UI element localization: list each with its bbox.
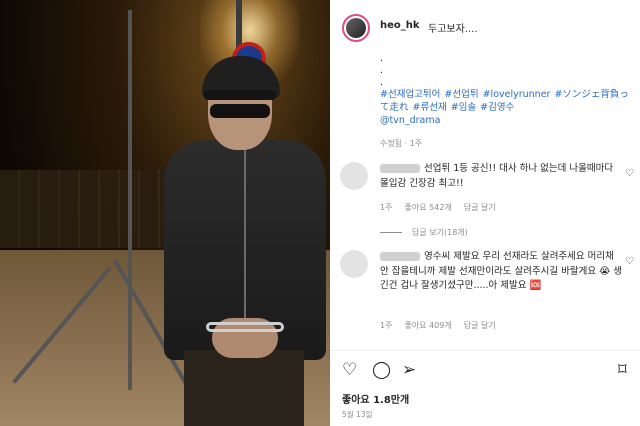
caption-first-line: 두고보자.... — [428, 24, 478, 35]
hashtag[interactable]: #김영수 — [480, 102, 514, 113]
comment-icon[interactable]: ◯ — [372, 360, 391, 380]
like-count[interactable]: 좋아요 1.8만개 — [342, 391, 409, 406]
handcuffed-man — [160, 50, 330, 426]
post-date: 5월 13일 — [342, 410, 373, 419]
comment-body: 선업튀 1등 공신!! 대사 하나 없는데 나올때마다 몰입감 긴장감 최고!! — [380, 162, 622, 191]
cap-brim — [204, 90, 276, 100]
author-avatar[interactable] — [342, 14, 370, 42]
author-username[interactable]: heo_hk — [380, 20, 420, 31]
comment-likes[interactable]: 좋아요 542개 — [404, 203, 451, 212]
background-fence — [0, 170, 180, 248]
comment-body: 영수씨 제발요 우리 선재라도 살려주세요 머리채 안 잡을테니까 제발 선재만… — [380, 250, 622, 294]
comment-meta: 1주 좋아요 542개 답글 달기 — [380, 202, 508, 213]
commenter-avatar[interactable] — [340, 250, 368, 278]
reply-button[interactable]: 답글 달기 — [464, 203, 496, 212]
action-bar: ♡ ◯ ➢ ⌑ — [342, 360, 632, 382]
post-panel: heo_hk 두고보자.... . . . #선재업고튀어 #선업튀 #lovely… — [330, 0, 640, 426]
hashtag[interactable]: #류선재 — [413, 102, 447, 113]
divider — [330, 350, 640, 351]
hashtag-list: #선재업고튀어 #선업튀 #lovelyrunner #ソンジェ背負って走れ #류선재 #… — [380, 88, 630, 114]
comment: 영수씨 제발요 우리 선재라도 살려주세요 머리채 안 잡을테니까 제발 선재만… — [340, 250, 640, 340]
view-replies-button[interactable]: 답글 보기(18개) — [380, 227, 468, 238]
caption-dot: . — [380, 65, 384, 76]
heart-icon[interactable]: ♡ — [342, 360, 357, 380]
view-replies-label: 답글 보기(18개) — [412, 228, 468, 237]
commenter-username-blurred[interactable] — [380, 252, 420, 261]
post-header — [330, 0, 640, 56]
comment: 선업튀 1등 공신!! 대사 하나 없는데 나올때마다 몰입감 긴장감 최고!!… — [340, 162, 640, 214]
comment-time: 1주 — [380, 321, 393, 330]
comment-likes[interactable]: 좋아요 409개 — [404, 321, 451, 330]
commenter-username-blurred[interactable] — [380, 164, 420, 173]
hashtag[interactable]: #선업튀 — [444, 89, 478, 100]
post-caption: . . . #선재업고튀어 #선업튀 #lovelyrunner #ソンジェ背負って走… — [380, 52, 630, 127]
caption-dot: . — [380, 53, 384, 64]
tripod-stand — [128, 10, 132, 390]
bookmark-icon[interactable]: ⌑ — [618, 360, 627, 380]
comment-time: 1주 — [380, 203, 393, 212]
comment-meta: 1주 좋아요 409개 답글 달기 — [380, 320, 508, 331]
pants — [184, 350, 304, 426]
reply-button[interactable]: 답글 달기 — [464, 321, 496, 330]
jacket-zip — [244, 150, 246, 340]
hashtag[interactable]: #임솔 — [451, 102, 476, 113]
heart-icon[interactable]: ♡ — [625, 256, 634, 267]
hashtag[interactable]: #lovelyrunner — [483, 89, 551, 100]
commenter-avatar[interactable] — [340, 162, 368, 190]
sunglasses — [210, 104, 270, 118]
hashtag[interactable]: #선재업고튀어 — [380, 89, 440, 100]
mention-link[interactable]: @tvn_drama — [380, 114, 630, 127]
handcuffs — [206, 322, 284, 332]
edited-timestamp: 수정됨 · 1주 — [380, 139, 423, 148]
heart-icon[interactable]: ♡ — [625, 168, 634, 179]
caption-dot: . — [380, 77, 384, 88]
share-icon[interactable]: ➢ — [402, 360, 416, 380]
post-photo[interactable] — [0, 0, 330, 426]
